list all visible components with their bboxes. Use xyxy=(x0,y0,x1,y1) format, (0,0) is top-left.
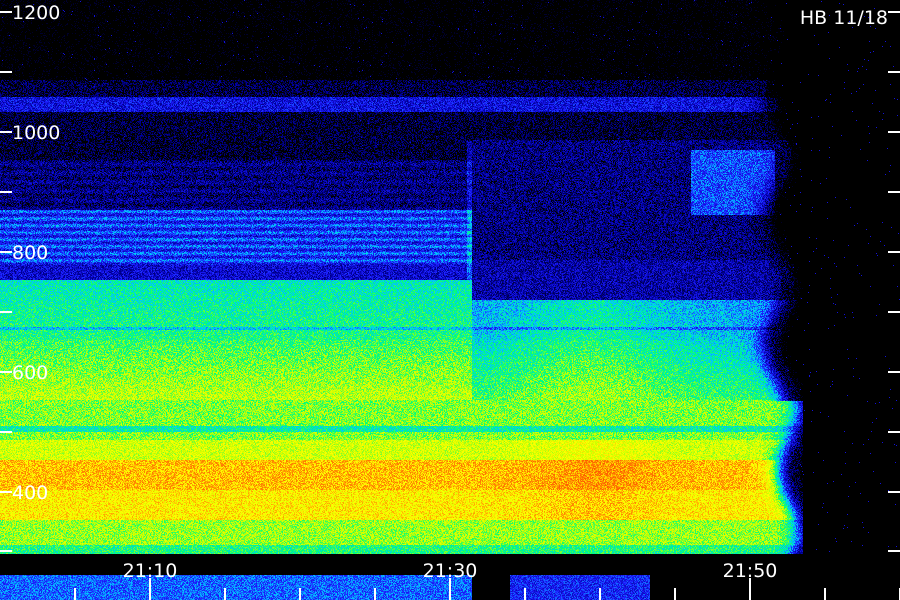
y-tick-label: 1200 xyxy=(12,2,60,24)
x-tick-label: 21:50 xyxy=(723,560,778,582)
y-tick-label: 800 xyxy=(12,242,48,264)
x-tick-label: 21:30 xyxy=(423,560,478,582)
y-tick-label: 600 xyxy=(12,362,48,384)
spectrogram-chart: 1200 1000 800 600 400 21:10 21:30 21:50 HB 11/1… xyxy=(0,0,900,600)
axis-ticks: 1200 1000 800 600 400 21:10 21:30 21:50 xyxy=(0,2,900,600)
y-tick-label: 400 xyxy=(12,482,48,504)
annotation-label: HB 11/18 xyxy=(800,7,888,29)
y-tick-label: 1000 xyxy=(12,122,60,144)
x-tick-label: 21:10 xyxy=(123,560,178,582)
axes-overlay: 1200 1000 800 600 400 21:10 21:30 21:50 HB 11/1… xyxy=(0,2,900,600)
